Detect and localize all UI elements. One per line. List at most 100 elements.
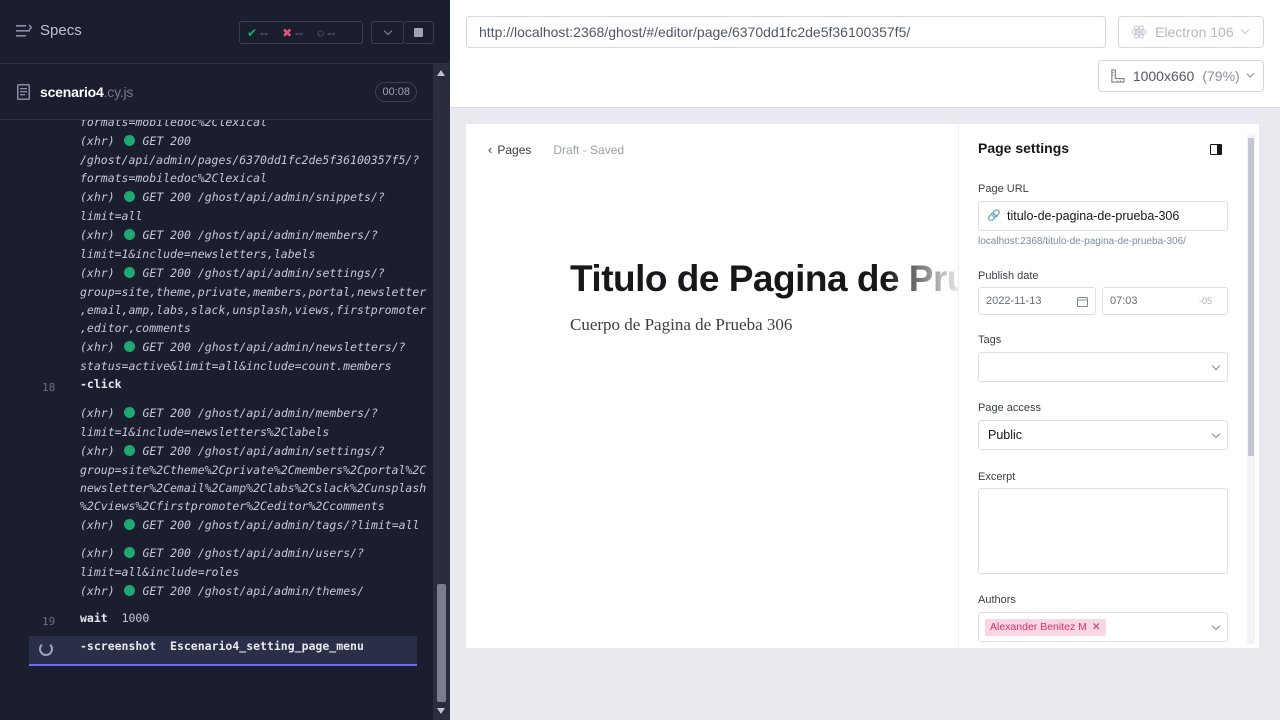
chevron-down-icon bbox=[383, 26, 392, 35]
log-line[interactable]: (xhr) GET 200 /ghost/api/admin/snippets/… bbox=[80, 190, 385, 204]
log-line: status=active&limit=all&include=count.me… bbox=[80, 359, 392, 373]
draft-status: Draft - Saved bbox=[553, 142, 625, 157]
authors-label: Authors bbox=[978, 594, 1016, 606]
scroll-down-icon[interactable] bbox=[437, 708, 445, 714]
settings-scrollbar[interactable] bbox=[1247, 134, 1255, 644]
excerpt-textarea[interactable] bbox=[978, 488, 1228, 574]
test-stats: ✔ -- ✖ -- ◌ -- bbox=[239, 21, 363, 44]
pending-stat: ◌ -- bbox=[310, 26, 342, 40]
menu-icon bbox=[16, 24, 32, 37]
log-line[interactable]: (xhr) GET 200 /ghost/api/admin/members/? bbox=[80, 406, 378, 420]
log-line: limit=1&include=newsletters%2Clabels bbox=[80, 425, 330, 439]
success-dot-icon bbox=[123, 519, 135, 530]
passed-count: -- bbox=[260, 25, 269, 40]
log-line: formats=mobiledoc%2Clexical bbox=[80, 171, 267, 185]
log-line[interactable]: (xhr) GET 200 /ghost/api/admin/tags/?lim… bbox=[80, 518, 419, 532]
publish-date-input[interactable]: 2022-11-13 bbox=[978, 287, 1096, 315]
chevron-down-icon bbox=[1246, 70, 1255, 78]
check-icon: ✔ bbox=[247, 25, 258, 40]
page-access-select[interactable]: Public bbox=[978, 420, 1228, 450]
passed-stat: ✔ -- bbox=[240, 26, 275, 40]
log-line[interactable]: (xhr) GET 200 /ghost/api/admin/settings/… bbox=[80, 266, 385, 280]
settings-title: Page settings bbox=[978, 140, 1070, 156]
viewport-selector[interactable]: 1000x660 (79%) bbox=[1098, 60, 1264, 92]
command-wait[interactable]: wait 1000 bbox=[80, 611, 149, 625]
publish-time-input[interactable]: 07:03 -05 bbox=[1102, 287, 1228, 315]
back-label: Pages bbox=[497, 142, 532, 157]
log-line: group=site,theme,private,members,portal,… bbox=[80, 285, 427, 299]
stop-icon bbox=[414, 28, 423, 37]
spec-name: scenario4.cy.js bbox=[40, 84, 133, 100]
spec-extension: .cy.js bbox=[103, 84, 134, 100]
page-url-input[interactable]: 🔗 titulo-de-pagina-de-prueba-306 bbox=[978, 201, 1228, 231]
log-line[interactable]: (xhr) GET 200 /ghost/api/admin/members/? bbox=[80, 228, 378, 242]
page-access-label: Page access bbox=[978, 402, 1041, 414]
log-line: newsletter%2Cemail%2Camp%2Clabs%2Cslack%… bbox=[80, 481, 427, 495]
command-log-scrollbar[interactable] bbox=[433, 64, 450, 720]
command-log: formats=mobiledoc%2Clexical (xhr) GET 20… bbox=[0, 120, 433, 680]
log-line: limit=1&include=newsletters,labels bbox=[80, 247, 316, 261]
scroll-up-icon[interactable] bbox=[437, 70, 445, 76]
log-line[interactable]: (xhr) GET 200 bbox=[80, 134, 191, 148]
pending-count: -- bbox=[327, 25, 336, 40]
page-settings-panel: Page settings Page URL 🔗 titulo-de-pagin… bbox=[958, 124, 1259, 648]
electron-icon bbox=[1131, 25, 1147, 39]
specs-label: Specs bbox=[40, 22, 82, 39]
publish-date-label: Publish date bbox=[978, 270, 1039, 282]
log-line: group=site%2Ctheme%2Cprivate%2Cmembers%2… bbox=[80, 463, 427, 477]
chevron-down-icon bbox=[1211, 361, 1221, 371]
close-panel-icon[interactable] bbox=[1210, 144, 1222, 155]
command-click[interactable]: -click bbox=[80, 377, 122, 391]
remove-author-icon[interactable]: ✕ bbox=[1092, 619, 1101, 636]
browser-selector[interactable]: Electron 106 bbox=[1118, 16, 1264, 48]
author-name: Alexander Benitez M bbox=[990, 621, 1087, 633]
log-line: ,email,amp,labs,slack,unsplash,views,fir… bbox=[80, 303, 427, 317]
log-line[interactable]: (xhr) GET 200 /ghost/api/admin/users/? bbox=[80, 546, 364, 560]
failed-stat: ✖ -- bbox=[275, 26, 310, 40]
command-number: 18 bbox=[42, 381, 56, 394]
log-line: limit=all&include=roles bbox=[80, 565, 240, 579]
authors-input[interactable]: Alexander Benitez M ✕ bbox=[978, 612, 1228, 642]
scrollbar-thumb[interactable] bbox=[1248, 138, 1254, 456]
settings-shadow bbox=[886, 124, 958, 648]
page-url-hint: localhost:2368/titulo-de-pagina-de-prueb… bbox=[978, 236, 1186, 247]
log-line: formats=mobiledoc%2Clexical bbox=[80, 120, 267, 129]
specs-toggle-button[interactable]: Specs bbox=[16, 22, 82, 39]
scrollbar-thumb[interactable] bbox=[437, 584, 446, 702]
pending-icon: ◌ bbox=[317, 25, 325, 40]
log-line: ,editor,comments bbox=[80, 321, 191, 335]
duration-badge: 00:08 bbox=[375, 82, 417, 102]
log-line[interactable]: (xhr) GET 200 /ghost/api/admin/themes/ bbox=[80, 584, 364, 598]
success-dot-icon bbox=[123, 229, 135, 240]
success-dot-icon bbox=[123, 585, 135, 596]
tags-input[interactable] bbox=[978, 352, 1228, 382]
success-dot-icon bbox=[123, 445, 135, 456]
success-dot-icon bbox=[123, 341, 135, 352]
stop-button[interactable] bbox=[404, 21, 434, 44]
runner-header: Specs ✔ -- ✖ -- ◌ -- bbox=[0, 0, 450, 64]
page-body[interactable]: Cuerpo de Pagina de Prueba 306 bbox=[570, 315, 792, 335]
options-dropdown-button[interactable] bbox=[371, 21, 404, 44]
excerpt-label: Excerpt bbox=[978, 471, 1016, 483]
spec-header: scenario4.cy.js 00:08 bbox=[0, 64, 433, 120]
log-line[interactable]: (xhr) GET 200 /ghost/api/admin/settings/… bbox=[80, 444, 385, 458]
success-dot-icon bbox=[123, 267, 135, 278]
back-to-pages-link[interactable]: ‹ Pages bbox=[488, 142, 531, 157]
command-screenshot[interactable]: -screenshot Escenario4_setting_page_menu bbox=[80, 639, 364, 653]
success-dot-icon bbox=[123, 135, 135, 146]
chevron-left-icon: ‹ bbox=[488, 142, 493, 157]
success-dot-icon bbox=[123, 191, 135, 202]
log-line: %2Cviews%2Cfirstpromoter%2Ceditor%2Ccomm… bbox=[80, 499, 385, 513]
url-bar[interactable]: http://localhost:2368/ghost/#/editor/pag… bbox=[466, 16, 1106, 48]
tags-label: Tags bbox=[978, 334, 1002, 346]
preview-toolbar: http://localhost:2368/ghost/#/editor/pag… bbox=[450, 0, 1280, 108]
browser-name: Electron 106 bbox=[1155, 24, 1234, 40]
link-icon: 🔗 bbox=[987, 210, 1001, 222]
app-preview: http://localhost:2368/ghost/#/editor/pag… bbox=[450, 0, 1280, 720]
author-token[interactable]: Alexander Benitez M ✕ bbox=[985, 619, 1106, 636]
x-icon: ✖ bbox=[282, 25, 293, 40]
log-line[interactable]: (xhr) GET 200 /ghost/api/admin/newslette… bbox=[80, 340, 406, 354]
viewport-size: 1000x660 bbox=[1132, 68, 1195, 84]
timezone: -05 bbox=[1199, 296, 1213, 306]
document-icon bbox=[17, 84, 30, 100]
